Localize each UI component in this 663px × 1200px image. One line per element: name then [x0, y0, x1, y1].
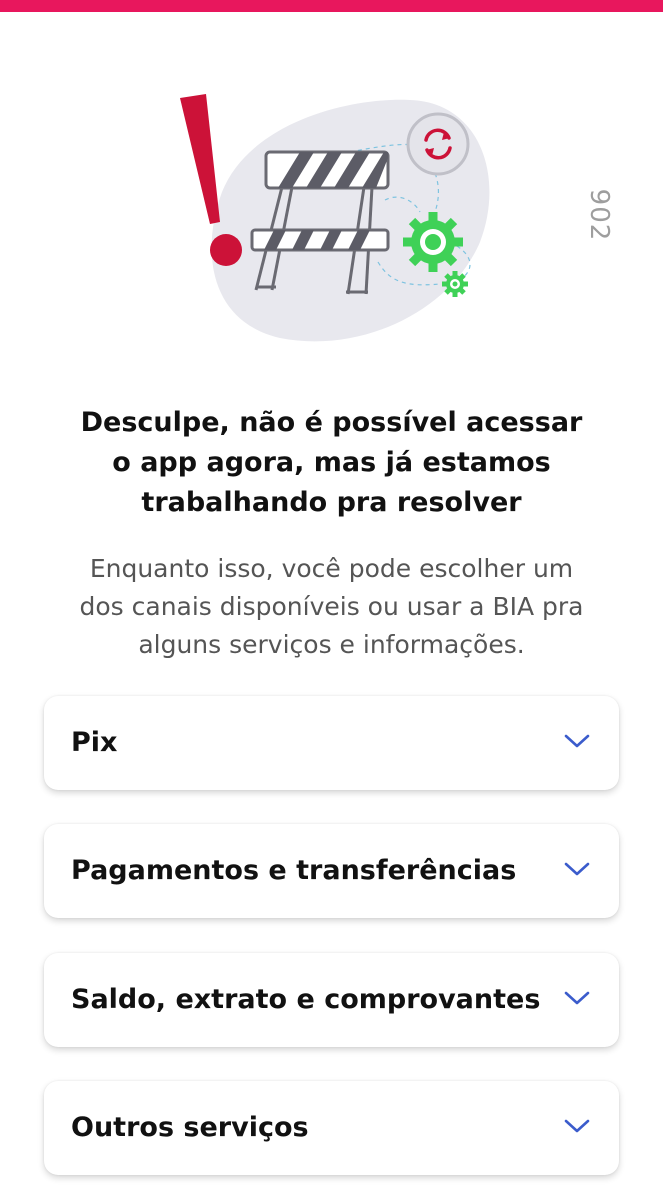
topic-card-pix[interactable]: Pix [44, 696, 619, 790]
large-gear-icon [403, 212, 463, 272]
topic-card-label: Pix [71, 727, 118, 758]
chevron-down-icon[interactable] [563, 859, 591, 879]
subtitle-line: alguns serviços e informações. [138, 630, 525, 659]
topic-card-balance[interactable]: Saldo, extrato e comprovantes [44, 953, 619, 1047]
topic-card-payments[interactable]: Pagamentos e transferências [44, 824, 619, 918]
page-subtitle: Enquanto isso, você pode escolher um dos… [30, 550, 633, 664]
chevron-down-icon[interactable] [563, 1116, 591, 1136]
error-code: 902 [584, 188, 614, 242]
title-line: o app agora, mas já estamos [112, 447, 551, 478]
topic-card-other-services[interactable]: Outros serviços [44, 1081, 619, 1175]
refresh-icon [406, 112, 470, 176]
maintenance-illustration [180, 94, 490, 342]
topic-card-label: Outros serviços [71, 1112, 309, 1143]
topic-card-label: Saldo, extrato e comprovantes [71, 984, 541, 1015]
subtitle-line: dos canais disponíveis ou usar a BIA pra [79, 592, 584, 621]
chevron-down-icon[interactable] [563, 988, 591, 1008]
page-title: Desculpe, não é possível acessar o app a… [40, 403, 623, 523]
title-line: Desculpe, não é possível acessar [80, 407, 583, 438]
subtitle-line: Enquanto isso, você pode escolher um [89, 554, 574, 583]
title-line: trabalhando pra resolver [141, 487, 522, 518]
chevron-down-icon[interactable] [563, 731, 591, 751]
topic-card-label: Pagamentos e transferências [71, 855, 517, 886]
top-accent-bar [0, 0, 663, 12]
